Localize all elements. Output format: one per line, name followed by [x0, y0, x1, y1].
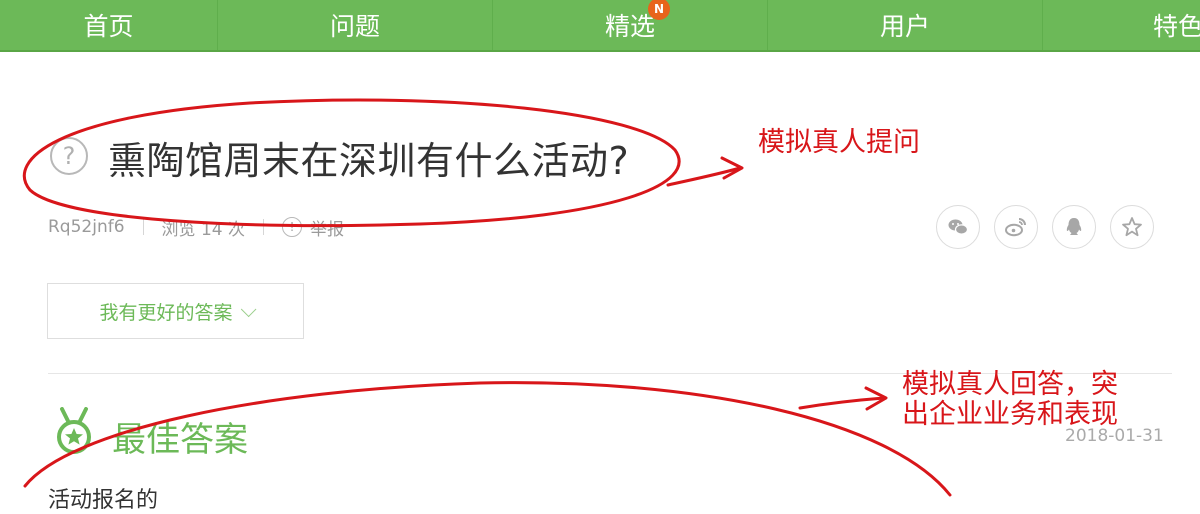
question-arrow [666, 166, 742, 187]
chevron-down-icon [240, 301, 256, 317]
share-wechat-button[interactable] [936, 205, 980, 249]
answer-arrow [798, 396, 886, 410]
better-answer-label: 我有更好的答案 [99, 301, 233, 324]
new-badge: N [648, 0, 670, 20]
better-answer-button[interactable]: 我有更好的答案 [47, 283, 304, 339]
nav-item-special[interactable]: 特色 [1043, 0, 1200, 50]
qq-icon [1066, 218, 1082, 235]
nav-item-questions[interactable]: 问题 [218, 0, 493, 50]
question-meta: Rq52jnf6 浏览 14 次 ! 举报 [48, 214, 344, 240]
answer-text: 活动报名的 [48, 488, 159, 513]
annotation-answer-note: 模拟真人回答，突出企业业务和表现 [902, 369, 1118, 430]
nav-item-users[interactable]: 用户 [768, 0, 1043, 50]
wechat-icon [948, 219, 969, 235]
nav-label: 首页 [83, 12, 134, 41]
question-title: 熏陶馆周末在深圳有什么活动? [108, 139, 630, 183]
nav-label: 特色 [1153, 12, 1200, 41]
medal-icon [57, 407, 91, 454]
favorite-button[interactable] [1110, 205, 1154, 249]
share-qq-button[interactable] [1052, 205, 1096, 249]
question-arrowhead [720, 156, 744, 180]
best-answer-title: 最佳答案 [112, 420, 248, 460]
question-circle-icon: ? [50, 137, 88, 175]
report-link[interactable]: 举报 [310, 215, 344, 240]
star-icon [1122, 217, 1142, 237]
nav-item-home[interactable]: 首页 [0, 0, 218, 50]
meta-divider [142, 219, 144, 235]
answer-arrowhead [864, 386, 888, 411]
nav-label: 问题 [329, 12, 380, 41]
nav-label: 精选 [604, 12, 655, 41]
meta-divider [263, 219, 264, 235]
report-icon: ! [282, 217, 302, 237]
nav-item-featured[interactable]: 精选 N [493, 0, 768, 50]
annotation-question-note: 模拟真人提问 [758, 127, 920, 158]
share-weibo-button[interactable] [994, 205, 1038, 249]
nav-label: 用户 [879, 12, 930, 41]
view-count: 浏览 14 次 [161, 219, 245, 240]
top-nav: 首页 问题 精选 N 用户 特色 [0, 0, 1200, 52]
author-link[interactable]: Rq52jnf6 [48, 217, 125, 237]
weibo-icon [1005, 218, 1026, 237]
